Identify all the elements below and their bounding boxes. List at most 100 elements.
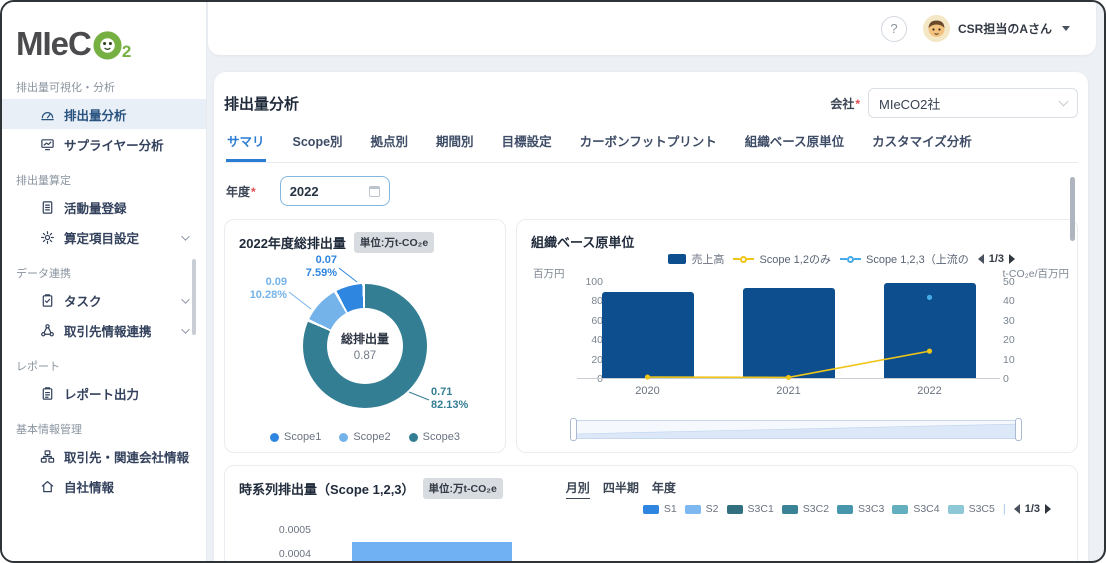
- legend-item-s2[interactable]: S2: [685, 503, 719, 515]
- help-button[interactable]: ?: [881, 16, 907, 42]
- year-picker[interactable]: 2022: [280, 176, 390, 206]
- sidebar-item-calc-settings[interactable]: 算定項目設定: [2, 222, 206, 252]
- pager-label: 1/3: [989, 253, 1004, 265]
- gauge-icon: [40, 107, 55, 122]
- tab-by-site[interactable]: 拠点別: [370, 131, 410, 162]
- sidebar-scrollbar[interactable]: [192, 259, 196, 335]
- sidebar-item-label: タスク: [64, 291, 102, 310]
- sidebar-item-supplier-analysis[interactable]: サプライヤー分析: [2, 129, 206, 159]
- sidebar-section-label: データ連携: [16, 265, 206, 281]
- sidebar-item-partner-company-info[interactable]: 取引先・関連会社情報: [2, 441, 206, 471]
- sidebar-item-label: 取引先・関連会社情報: [64, 447, 189, 466]
- sidebar-section-label: 排出量算定: [16, 172, 206, 188]
- timeseries-bar[interactable]: [352, 542, 512, 563]
- sidebar-item-label: 自社情報: [64, 477, 114, 496]
- page-scrollbar[interactable]: [1070, 177, 1075, 241]
- intensity-chart-title: 組織ベース原単位: [531, 232, 634, 251]
- tab-carbon-footprint[interactable]: カーボンフットプリント: [579, 131, 718, 162]
- sidebar-item-partner-data-link[interactable]: 取引先情報連携: [2, 315, 206, 345]
- line-series: [577, 282, 1000, 378]
- legend-pager: 1/3: [978, 253, 1015, 265]
- analysis-panel: 排出量分析 会社* MIeCO2社 サマリ Scope別 拠点別 期間別 目標設…: [214, 72, 1088, 563]
- sidebar-item-activity-register[interactable]: 活動量登録: [2, 192, 206, 222]
- network-icon: [40, 323, 55, 338]
- sidebar-item-label: サプライヤー分析: [64, 135, 164, 154]
- intensity-xlabel: 2022: [900, 385, 960, 397]
- legend-pager: 1/3: [1014, 503, 1051, 515]
- legend-item-scope3[interactable]: Scope3: [409, 431, 460, 443]
- sidebar-item-own-company-info[interactable]: 自社情報: [2, 471, 206, 501]
- tab-target-setting[interactable]: 目標設定: [501, 131, 553, 162]
- pager-prev-icon[interactable]: [978, 254, 984, 264]
- toggle-monthly[interactable]: 月別: [566, 479, 590, 499]
- sidebar-section-label: 基本情報管理: [16, 421, 206, 437]
- gear-icon: [40, 230, 55, 245]
- timeseries-card: 時系列排出量（Scope 1,2,3） 単位:万t-CO₂e 月別 四半期 年度…: [224, 465, 1078, 563]
- required-mark: *: [855, 97, 860, 111]
- legend-item-scope123-line[interactable]: Scope 1,2,3（上流の: [840, 251, 969, 267]
- avatar: [923, 15, 950, 42]
- chevron-down-icon: [181, 232, 189, 240]
- logo-text: MIeC: [16, 27, 91, 60]
- required-mark: *: [251, 185, 256, 199]
- sidebar-item-label: 算定項目設定: [64, 228, 139, 247]
- sidebar-section-label: 排出量可視化・分析: [16, 79, 206, 95]
- company-label: 会社*: [830, 95, 860, 112]
- timeseries-legend: S1 S2 S3C1 S3C2 S3C3 S3C4 S3C5 | 1/3: [643, 503, 1051, 515]
- datazoom-handle-left[interactable]: [570, 418, 577, 441]
- year-label: 年度*: [226, 183, 256, 200]
- toggle-quarterly[interactable]: 四半期: [603, 479, 639, 499]
- chevron-down-icon: [181, 295, 189, 303]
- tab-by-scope[interactable]: Scope別: [292, 131, 344, 162]
- user-name: CSR担当のAさん: [958, 20, 1052, 37]
- pager-prev-icon[interactable]: [1014, 504, 1020, 514]
- sidebar-item-label: 取引先情報連携: [64, 321, 152, 340]
- sidebar-item-label: 排出量分析: [64, 105, 127, 124]
- company-select[interactable]: MIeCO2社: [868, 88, 1078, 118]
- sidebar-item-tasks[interactable]: タスク: [2, 285, 206, 315]
- unit-badge: 単位:万t-CO₂e: [423, 478, 503, 499]
- pager-next-icon[interactable]: [1045, 504, 1051, 514]
- tab-org-intensity[interactable]: 組織ベース原単位: [744, 131, 845, 162]
- left-axis-unit: 百万円: [533, 266, 565, 281]
- legend-item-s3c1[interactable]: S3C1: [727, 503, 774, 515]
- tab-summary[interactable]: サマリ: [226, 131, 266, 162]
- report-icon: [40, 386, 55, 401]
- datazoom-slider[interactable]: [572, 420, 1020, 439]
- analysis-tabs: サマリ Scope別 拠点別 期間別 目標設定 カーボンフットプリント 組織ベー…: [224, 131, 1078, 163]
- legend-item-scope12-line[interactable]: Scope 1,2のみ: [733, 251, 831, 267]
- tab-custom-analysis[interactable]: カスタマイズ分析: [871, 131, 973, 162]
- legend-item-scope1[interactable]: Scope1: [270, 431, 321, 443]
- user-menu[interactable]: CSR担当のAさん: [923, 15, 1070, 42]
- document-icon: [40, 200, 55, 215]
- legend-item-scope2[interactable]: Scope2: [339, 431, 390, 443]
- sidebar-item-emission-analysis[interactable]: 排出量分析: [2, 99, 206, 129]
- legend-item-s3c5[interactable]: S3C5: [948, 503, 995, 515]
- timeseries-ytick: 0.0005: [265, 524, 311, 536]
- app-window: MIeC 2 排出量可視化・分析 排出量分析 サプライヤー分析: [0, 0, 1106, 563]
- company-select-value: MIeCO2社: [879, 94, 940, 113]
- org-icon: [40, 449, 55, 464]
- intensity-xlabel: 2021: [759, 385, 819, 397]
- legend-item-s3c4[interactable]: S3C4: [892, 503, 939, 515]
- clipboard-icon: [40, 293, 55, 308]
- caret-down-icon: [1062, 26, 1070, 31]
- left-axis-ticks: 100 80 60 40 20 0: [531, 282, 567, 379]
- intensity-xlabel: 2020: [618, 385, 678, 397]
- sidebar-item-report-output[interactable]: レポート出力: [2, 378, 206, 408]
- legend-item-revenue[interactable]: 売上高: [668, 251, 724, 267]
- donut-legend: Scope1 Scope2 Scope3: [225, 431, 505, 443]
- topbar: ? CSR担当のAさん: [208, 2, 1096, 55]
- total-emission-card: 2022年度総排出量 単位:万t-CO₂e 総排出量 0.87 0.077.59…: [224, 219, 506, 453]
- sidebar-section-label: レポート: [16, 358, 206, 374]
- toggle-yearly[interactable]: 年度: [652, 479, 676, 499]
- intensity-xaxis: 2020 2021 2022: [577, 385, 1000, 399]
- tab-by-period[interactable]: 期間別: [435, 131, 475, 162]
- chevron-down-icon: [1059, 97, 1069, 107]
- legend-item-s3c3[interactable]: S3C3: [837, 503, 884, 515]
- legend-item-s3c2[interactable]: S3C2: [782, 503, 829, 515]
- datazoom-handle-right[interactable]: [1015, 418, 1022, 441]
- legend-item-s1[interactable]: S1: [643, 503, 677, 515]
- sidebar-item-label: レポート出力: [64, 384, 139, 403]
- pager-next-icon[interactable]: [1009, 254, 1015, 264]
